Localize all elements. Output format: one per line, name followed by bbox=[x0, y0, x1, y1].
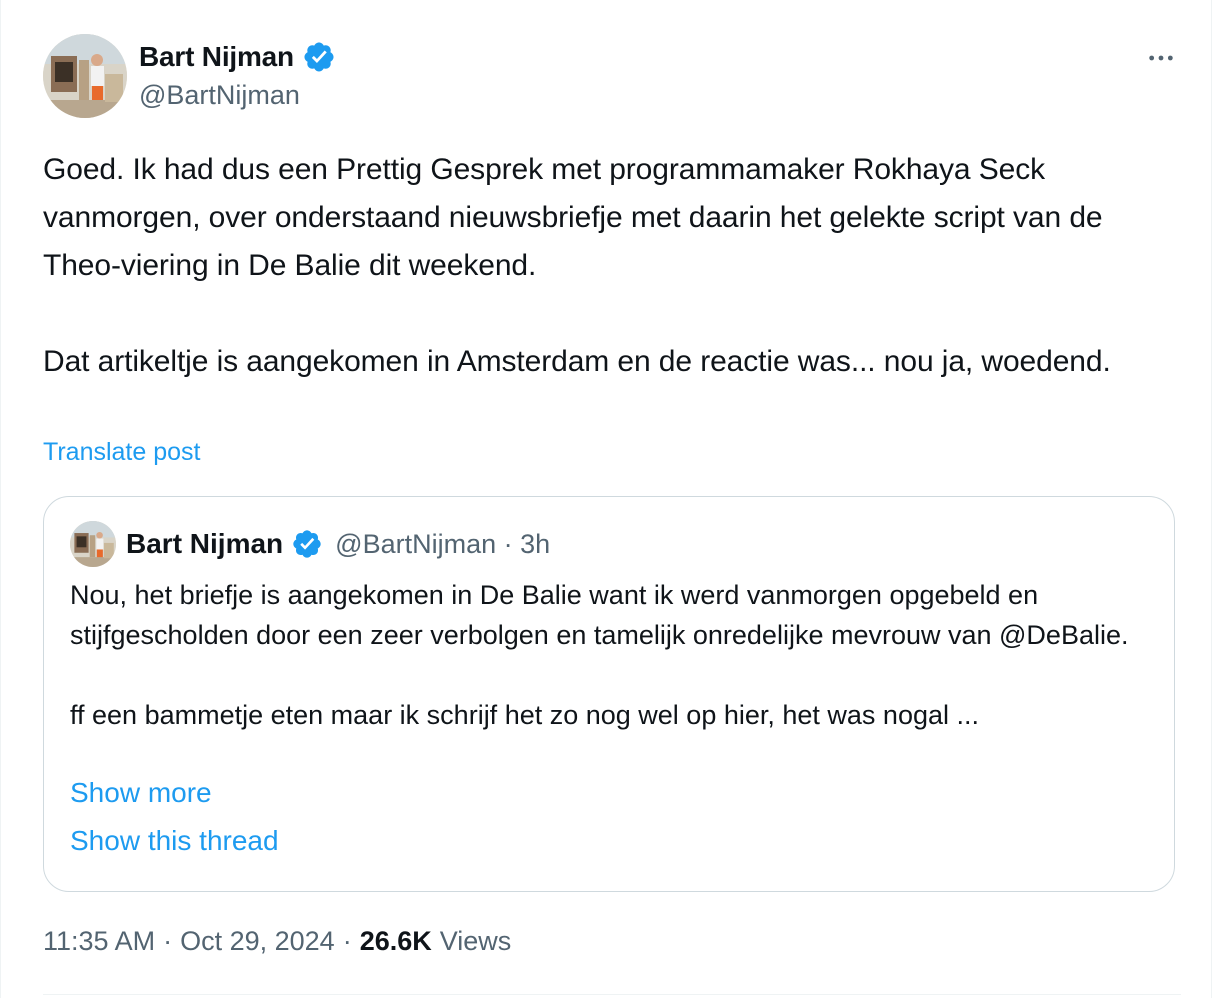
show-thread-link[interactable]: Show this thread bbox=[70, 825, 279, 857]
tweet-text: Goed. Ik had dus een Prettig Gesprek met… bbox=[43, 153, 1111, 378]
tweet-footer: 11:35 AM · Oct 29, 2024 · 26.6K Views bbox=[43, 926, 511, 957]
views-count: 26.6K bbox=[359, 926, 432, 956]
translate-post-link[interactable]: Translate post bbox=[43, 438, 200, 467]
avatar[interactable] bbox=[43, 34, 127, 118]
quoted-time: 3h bbox=[520, 528, 551, 559]
quoted-author-handle: @BartNijman bbox=[335, 528, 497, 559]
author-handle[interactable]: @BartNijman bbox=[139, 80, 300, 143]
quoted-separator: · bbox=[503, 528, 513, 559]
verified-badge-icon[interactable] bbox=[302, 40, 336, 74]
footer-separator: · bbox=[163, 926, 173, 956]
show-more-link[interactable]: Show more bbox=[70, 777, 212, 809]
quoted-tweet[interactable]: Bart Nijman @BartNijman · 3h Nou, het br… bbox=[43, 496, 1175, 892]
quoted-verified-badge-icon bbox=[291, 528, 323, 560]
author-name[interactable]: Bart Nijman bbox=[139, 41, 294, 73]
views-label: Views bbox=[439, 926, 512, 956]
quoted-meta: @BartNijman · 3h bbox=[335, 529, 550, 560]
more-options-button[interactable] bbox=[1141, 38, 1181, 78]
quoted-author-name: Bart Nijman bbox=[126, 528, 284, 559]
more-horizontal-icon bbox=[1149, 55, 1173, 61]
quoted-tweet-header: Bart Nijman @BartNijman · 3h bbox=[70, 521, 550, 567]
tweet-time[interactable]: 11:35 AM bbox=[43, 926, 155, 957]
quoted-tweet-text: Nou, het briefje is aangekomen in De Bal… bbox=[70, 580, 1129, 730]
author-handle-text: @BartNijman bbox=[139, 80, 300, 110]
tweet-card: Bart Nijman @BartNijman Goed. Ik had dus… bbox=[0, 0, 1212, 998]
author-name-row: Bart Nijman bbox=[139, 40, 336, 74]
quoted-avatar bbox=[70, 521, 116, 567]
tweet-header: Bart Nijman @BartNijman bbox=[43, 34, 1181, 120]
divider bbox=[43, 994, 1181, 995]
footer-separator-2: · bbox=[342, 926, 352, 956]
tweet-date[interactable]: Oct 29, 2024 bbox=[180, 926, 335, 957]
